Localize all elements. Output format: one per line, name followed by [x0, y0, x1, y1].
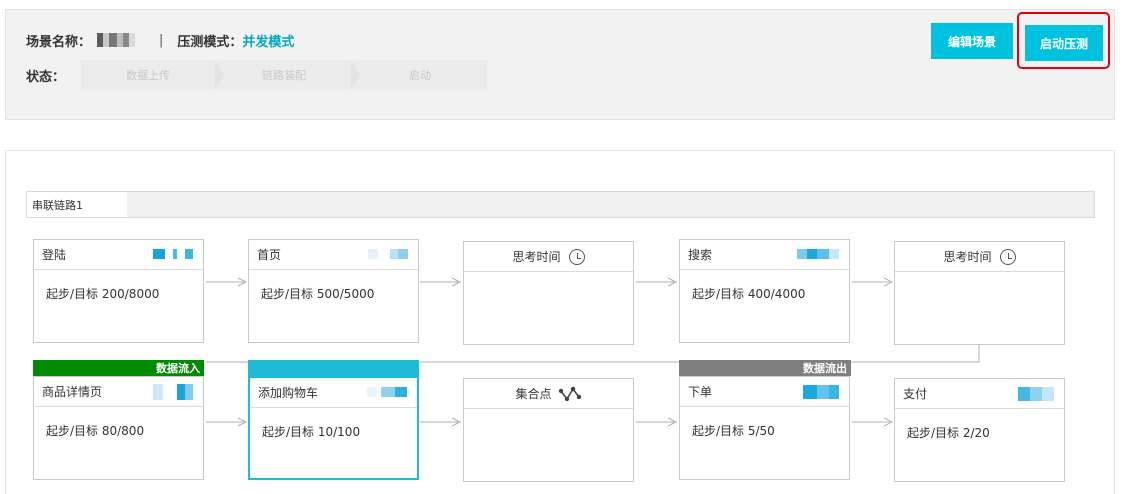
clock-icon — [568, 248, 585, 265]
node-title: 首页 — [257, 248, 282, 262]
redacted-icon — [1018, 387, 1054, 401]
redacted-icon — [797, 249, 839, 259]
node-title: 商品详情页 — [42, 385, 103, 399]
mode-value: 并发模式 — [242, 34, 295, 50]
clock-icon — [999, 248, 1016, 265]
node-think-time-2[interactable]: 思考时间 — [894, 241, 1065, 345]
start-test-button[interactable]: 启动压测 — [1025, 25, 1103, 61]
node-value: 起步/目标 2/20 — [907, 426, 990, 440]
scene-header: 场景名称： | 压测模式： 并发模式 状态： 数据上传 链路装配 启动 编辑场景… — [5, 9, 1115, 120]
redacted-icon — [368, 249, 408, 259]
info-separator: | — [159, 32, 164, 48]
node-product-detail[interactable]: 商品详情页 起步/目标 80/800 — [33, 376, 204, 480]
node-title: 添加购物车 — [258, 386, 319, 400]
redacted-icon — [153, 384, 193, 400]
node-value — [895, 272, 1064, 287]
step-start: 启动 — [353, 60, 488, 90]
step-data-upload: 数据上传 — [81, 60, 226, 90]
scene-name-redacted — [97, 33, 136, 47]
edit-scene-button[interactable]: 编辑场景 — [931, 23, 1013, 59]
node-value: 起步/目标 200/8000 — [46, 287, 160, 301]
node-title: 思考时间 — [943, 250, 992, 264]
node-title: 搜索 — [688, 248, 713, 262]
redacted-icon — [153, 249, 193, 259]
scene-info-row: 场景名称： | 压测模式： 并发模式 — [26, 30, 294, 50]
node-value — [464, 272, 633, 287]
rendezvous-icon — [558, 386, 581, 401]
node-value — [464, 409, 633, 424]
node-title: 思考时间 — [512, 250, 561, 264]
node-think-time-1[interactable]: 思考时间 — [463, 241, 634, 345]
tab-chain-1[interactable]: 串联链路1 — [27, 192, 127, 217]
node-value: 起步/目标 400/4000 — [692, 287, 806, 301]
node-value: 起步/目标 80/800 — [46, 424, 145, 438]
node-title: 下单 — [688, 385, 713, 399]
node-title: 登陆 — [42, 248, 67, 262]
node-payment[interactable]: 支付 起步/目标 2/20 — [894, 378, 1065, 482]
scene-name-label: 场景名称： — [26, 34, 92, 50]
data-out-tag: 数据流出 — [679, 360, 851, 376]
chain-tab-bar: 串联链路1 — [26, 191, 1095, 218]
mode-label: 压测模式： — [177, 34, 243, 50]
redacted-icon — [367, 387, 407, 397]
status-row: 状态： 数据上传 链路装配 启动 — [26, 60, 489, 90]
status-steps: 数据上传 链路装配 启动 — [81, 60, 489, 90]
chain-panel: 串联链路1 登陆 起步/目标 200/8000 首页 起步/目标 500/500… — [5, 150, 1115, 494]
selected-node-cap — [248, 360, 419, 376]
node-value: 起步/目标 10/100 — [262, 425, 361, 439]
node-place-order[interactable]: 下单 起步/目标 5/50 — [679, 376, 850, 480]
node-add-to-cart[interactable]: 添加购物车 起步/目标 10/100 — [248, 376, 419, 480]
node-title: 集合点 — [515, 387, 552, 401]
data-in-tag: 数据流入 — [33, 360, 204, 376]
start-button-highlight: 启动压测 — [1017, 12, 1110, 69]
node-home[interactable]: 首页 起步/目标 500/5000 — [248, 239, 419, 343]
node-title: 支付 — [903, 387, 928, 401]
node-login[interactable]: 登陆 起步/目标 200/8000 — [33, 239, 204, 343]
node-value: 起步/目标 500/5000 — [261, 287, 375, 301]
step-link-assembly: 链路装配 — [217, 60, 362, 90]
node-search[interactable]: 搜索 起步/目标 400/4000 — [679, 239, 850, 343]
status-label: 状态： — [26, 69, 66, 85]
node-rendezvous[interactable]: 集合点 — [463, 378, 634, 482]
redacted-icon — [803, 385, 839, 399]
node-value: 起步/目标 5/50 — [692, 424, 775, 438]
